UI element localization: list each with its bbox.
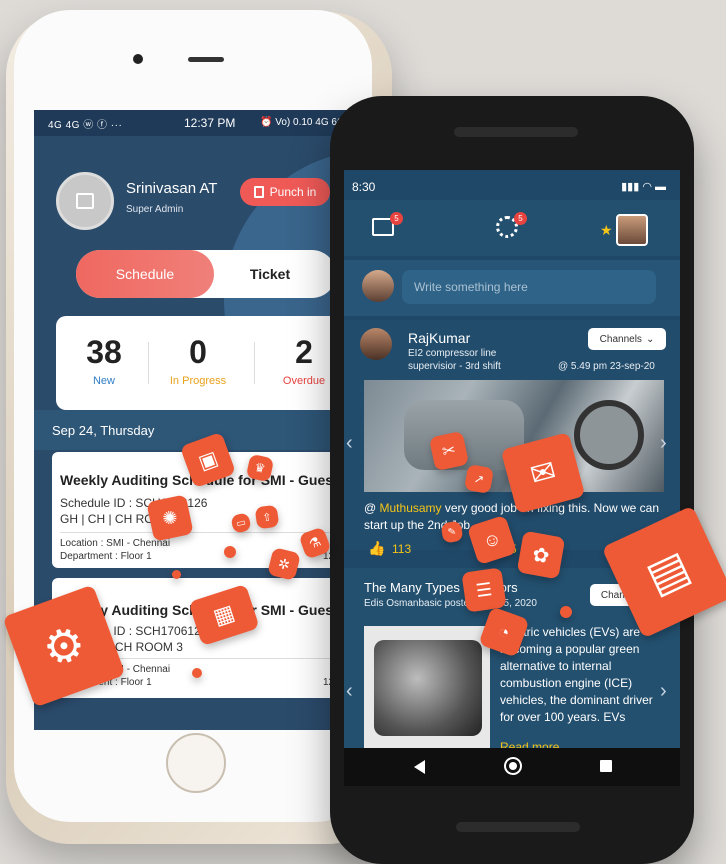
wheel-shape — [574, 400, 644, 470]
stat-in-progress[interactable]: 0 In Progress — [150, 316, 246, 410]
avatar[interactable] — [56, 172, 114, 230]
date-label: Sep 24, Thursday — [52, 423, 155, 438]
status-icons: ▮▮▮ ◠ ▬ — [621, 181, 666, 193]
punch-in-button[interactable]: Punch in — [240, 178, 330, 206]
engine-shape — [374, 640, 482, 736]
author-name[interactable]: RajKumar — [408, 330, 470, 346]
article-excerpt: Electric vehicles (EVs) are becoming a p… — [500, 625, 653, 724]
author-role: EI2 compressor line — [408, 348, 497, 359]
bottom-speaker-grille — [456, 822, 580, 832]
stat-label: In Progress — [169, 375, 227, 387]
stat-value: 38 — [86, 334, 122, 370]
divider — [254, 342, 255, 384]
chart-icon: ↗ — [463, 463, 495, 495]
earpiece — [188, 57, 224, 62]
channels-label: Channels — [599, 333, 642, 345]
stat-value: 0 — [189, 334, 207, 370]
image-placeholder-icon — [76, 193, 94, 209]
next-arrow-icon[interactable]: › — [660, 432, 667, 455]
article-image[interactable] — [364, 626, 490, 750]
card-divider — [60, 532, 340, 533]
status-left: 4G 4G ⓦ ⓕ ··· — [48, 120, 123, 131]
channels-button[interactable]: Channels ⌄ — [588, 328, 666, 350]
dot-icon — [172, 570, 181, 579]
stat-label: New — [92, 375, 115, 387]
article-byline: Edis Osmanbasic posted Sep 25, 2020 — [364, 598, 537, 609]
dot-icon — [192, 668, 202, 678]
front-camera — [133, 54, 143, 64]
avatar[interactable] — [616, 214, 648, 246]
chevron-down-icon: ⌄ — [645, 333, 655, 345]
card-department: Department : Floor 1 — [60, 551, 152, 562]
composer-input[interactable]: Write something here — [402, 270, 656, 304]
home-icon[interactable] — [504, 757, 522, 775]
back-icon[interactable] — [414, 760, 425, 774]
tab-ticket[interactable]: Ticket — [214, 250, 326, 298]
prev-arrow-icon[interactable]: ‹ — [346, 432, 353, 455]
tab-schedule[interactable]: Schedule — [76, 250, 214, 298]
next-arrow-icon[interactable]: › — [660, 680, 667, 703]
door-icon — [253, 186, 264, 198]
user-role: Super Admin — [126, 204, 184, 215]
settings-badge: 5 — [514, 212, 527, 225]
author-avatar[interactable] — [360, 328, 392, 360]
home-button[interactable] — [166, 733, 226, 793]
status-bar: 4G 4G ⓦ ⓕ ··· 12:37 PM ⏰ Vo) 0.10 4G 66% — [34, 110, 354, 136]
stat-new[interactable]: 38 New — [56, 316, 152, 410]
punch-in-label: Punch in — [269, 185, 317, 199]
checklist-icon: ☰ — [461, 567, 507, 613]
composer-avatar — [362, 270, 394, 302]
status-time: 8:30 — [352, 180, 376, 194]
user-name: Srinivasan AT — [126, 180, 218, 197]
status-time: 12:37 PM — [184, 116, 236, 130]
author-shift: supervisior - 3rd shift — [408, 361, 501, 372]
post-text: @ Muthusamy very good job on fixing this… — [364, 501, 659, 532]
flower-icon: ✿ — [516, 530, 566, 580]
status-bar: 8:30 ▮▮▮ ◠ ▬ — [344, 170, 680, 200]
divider — [148, 342, 149, 384]
like-count: 113 — [392, 542, 412, 556]
recents-icon[interactable] — [600, 760, 612, 772]
top-speaker-grille — [454, 127, 578, 137]
card-location: Location : SMI - Chennai — [60, 538, 171, 549]
chat-badge: 5 — [390, 212, 403, 225]
post-time: @ 5.49 pm 23-sep-20 — [558, 361, 655, 372]
mention[interactable]: Muthusamy — [380, 501, 442, 515]
prev-arrow-icon[interactable]: ‹ — [346, 680, 353, 703]
badge-gear-icon: ✺ — [146, 494, 194, 542]
tools-icon: ✂ — [428, 430, 470, 472]
star-icon: ★ — [600, 222, 613, 238]
like-icon[interactable]: 👍 — [368, 540, 385, 557]
